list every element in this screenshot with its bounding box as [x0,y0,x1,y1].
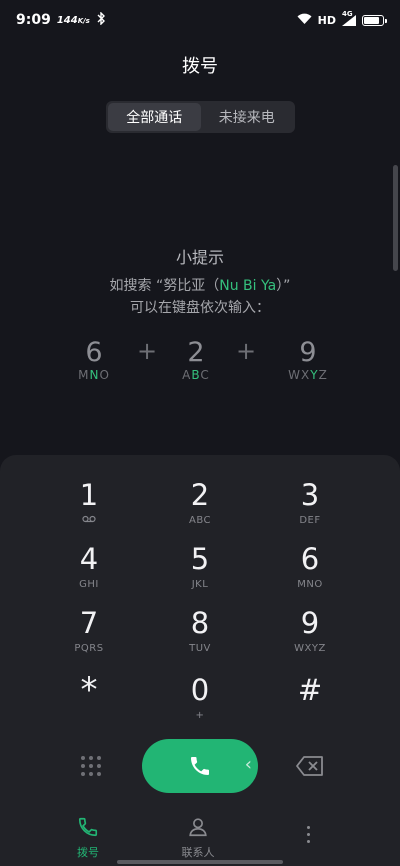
nav-dial-label: 拨号 [77,846,99,859]
nav-dial[interactable]: 拨号 [58,816,118,860]
example-letter: Z [318,368,328,382]
more-icon[interactable] [307,826,311,847]
example-letter: Y [310,368,319,382]
key-6[interactable]: 6 MNO [255,541,365,603]
key-5[interactable]: 5 JKL [145,541,255,603]
example-letter: W [288,368,302,382]
tip-panel: 小提示 如搜索 “努比亚（Nu Bi Ya）” 可以在键盘依次输入： [0,244,400,319]
wifi-icon [297,13,312,28]
tip-example: 6 MNO + 2 ABC + 9 WXYZ [0,337,400,387]
dial-tab-icon [78,817,98,837]
hd-badge: HD [317,13,336,27]
key-2[interactable]: 2 ABC [145,477,255,539]
tip-line-2: 可以在键盘依次输入： [130,300,270,316]
key-4[interactable]: 4 GHI [34,541,144,603]
example-letter: A [182,368,192,382]
example-letter: C [200,368,210,382]
example-letter: N [89,368,100,382]
key-8[interactable]: 8 TUV [145,605,255,667]
contacts-icon [189,818,207,837]
backspace-icon[interactable] [296,756,324,780]
key-1[interactable]: 1 [34,477,144,539]
tab-missed-calls[interactable]: 未接来电 [201,103,294,131]
example-letter: X [301,368,311,382]
example-plus: + [236,337,257,365]
key-hash[interactable]: # [255,672,365,734]
status-bar: 9:09 144K/s HD 4G [0,0,400,40]
tip-line-1: 如搜索 “努比亚（Nu Bi Ya）” [109,278,291,294]
battery-icon [362,14,387,26]
example-key-2: 2 ABC [182,337,210,382]
dial-actions: ‹ [0,739,400,793]
phone-icon [191,757,209,775]
example-plus: + [137,337,158,365]
status-time: 9:09 [16,12,51,28]
example-letter: M [78,368,90,382]
voicemail-icon [34,515,144,526]
home-indicator [117,860,283,864]
bottom-nav: 拨号 联系人 [0,808,400,866]
nav-contacts-label: 联系人 [181,846,215,859]
dialpad: 1 2 ABC 3 DEF 4 GHI 5 JKL 6 MNO 7 PQRS 8 TUV 9W… [0,455,400,866]
signal-icon: 4G [342,10,356,26]
example-key-6: 6 MNO [78,337,110,382]
page-title: 拨号 [182,56,218,77]
bluetooth-icon [96,10,106,29]
key-0[interactable]: 0 + [145,672,255,734]
key-3[interactable]: 3 DEF [255,477,365,539]
example-key-9: 9 WXYZ [288,337,328,382]
chevron-left-icon[interactable]: ‹ [245,754,252,775]
call-button[interactable]: ‹ [142,739,258,793]
key-9[interactable]: 9 WXYZ [255,605,365,667]
call-filter-tabs: 全部通话 未接来电 [106,101,295,133]
tab-all-calls[interactable]: 全部通话 [108,103,201,131]
key-7[interactable]: 7 PQRS [34,605,144,667]
nav-contacts[interactable]: 联系人 [168,816,228,860]
network-speed: 144K/s [56,14,90,26]
tip-title: 小提示 [175,248,224,267]
example-letter: O [99,368,110,382]
grid-icon[interactable] [79,754,103,778]
key-star[interactable]: * [34,672,144,734]
